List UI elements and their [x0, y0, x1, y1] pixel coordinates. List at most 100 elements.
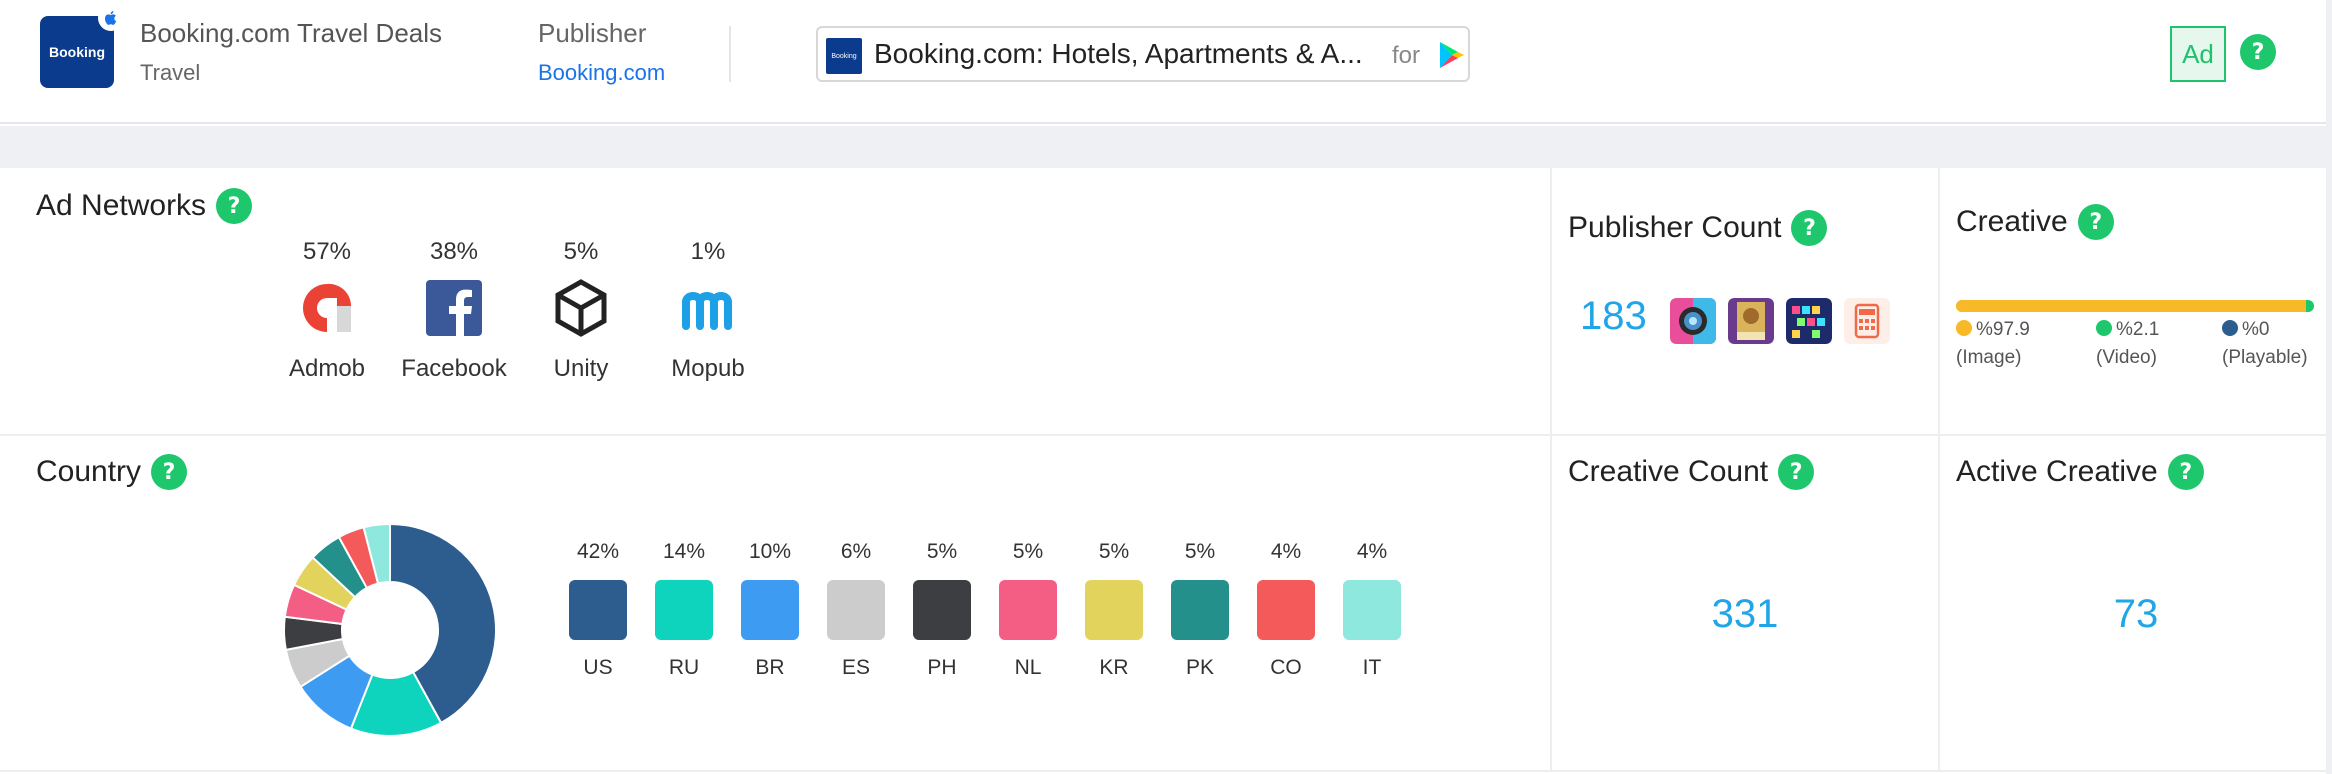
legend-value: %2.1 [2116, 319, 2160, 340]
country-swatch [741, 580, 799, 640]
legend-type: (Playable) [2222, 347, 2308, 368]
network-name: Admob [288, 355, 366, 382]
country-swatch [1257, 580, 1315, 640]
active-creative-title-text: Active Creative [1956, 455, 2158, 488]
help-icon[interactable]: ? [2167, 454, 2204, 490]
admob-icon [303, 283, 352, 332]
ad-badge: Ad [2170, 26, 2226, 82]
creative-title-text: Creative [1956, 205, 2068, 238]
app-icon-label: Booking [49, 44, 105, 60]
help-icon[interactable]: ? [216, 188, 253, 224]
creative-count-title: Creative Count ? [1568, 454, 1815, 490]
country-swatch [1171, 580, 1229, 640]
active-creative-title: Active Creative ? [1956, 454, 2204, 490]
country-percent: 42% [576, 540, 620, 563]
country-code: RU [668, 656, 700, 679]
facebook-icon [426, 280, 482, 336]
country-item-es: 6% ES [816, 540, 896, 680]
country-percent: 5% [1098, 540, 1130, 563]
app-ad-intelligence-page: Booking Booking.com Travel Deals Travel … [0, 0, 2332, 774]
country-percent: 14% [662, 540, 706, 563]
country-swatch [1085, 580, 1143, 640]
creative-count-panel: Creative Count ? 331 [1552, 436, 1940, 772]
network-name: Unity [553, 355, 609, 382]
country-swatch [655, 580, 713, 640]
country-item-co: 4% CO [1246, 540, 1326, 680]
apple-icon [98, 5, 124, 31]
country-code: KR [1099, 656, 1129, 679]
network-percent: 38% [429, 238, 479, 265]
active-creative-panel: Active Creative ? 73 [1940, 436, 2332, 772]
country-code: US [583, 656, 613, 679]
help-icon[interactable]: ? [151, 454, 188, 490]
help-icon[interactable]: ? [2240, 34, 2276, 70]
country-swatch [913, 580, 971, 640]
country-title: Country ? [36, 454, 188, 490]
legend-type: (Video) [2096, 347, 2157, 368]
creative-count-value[interactable]: 331 [1552, 592, 1938, 637]
tarot-app-icon[interactable] [1728, 298, 1774, 344]
network-percent: 5% [563, 238, 599, 265]
app-category: Travel [140, 60, 201, 85]
store-for-label: for [1392, 42, 1421, 69]
creative-panel: Creative ? %97.9 (Image) %2.1 (Video) %0… [1940, 168, 2332, 436]
help-icon[interactable]: ? [2077, 204, 2114, 240]
country-code: BR [755, 656, 785, 679]
country-item-ru: 14% RU [644, 540, 724, 680]
country-percent: 6% [840, 540, 872, 563]
puzzle-app-icon[interactable] [1786, 298, 1832, 344]
legend-value: %97.9 [1976, 319, 2030, 340]
network-admob: 57% Admob [257, 238, 397, 383]
country-donut-chart [283, 522, 497, 737]
calculator-app-icon[interactable] [1844, 298, 1890, 344]
camera-app-icon[interactable] [1670, 298, 1716, 344]
ad-networks-title-text: Ad Networks [36, 189, 207, 222]
store-app-title: Booking.com: Hotels, Apartments & A... [874, 38, 1363, 69]
google-play-icon [1440, 42, 1464, 68]
creative-bar-segment [1956, 300, 2307, 312]
country-percent: 5% [1184, 540, 1216, 563]
legend-value: %0 [2242, 319, 2270, 340]
network-percent: 1% [690, 238, 726, 265]
store-icon-label: Booking [831, 52, 857, 60]
legend-video: %2.1 (Video) [2096, 316, 2159, 372]
legend-dot [1956, 320, 1972, 336]
mopub-icon [682, 292, 732, 330]
publisher-count-title: Publisher Count ? [1568, 210, 1828, 246]
country-swatch [827, 580, 885, 640]
country-swatch [569, 580, 627, 640]
network-facebook: 38% Facebook [384, 238, 524, 383]
app-title: Booking.com Travel Deals [140, 18, 443, 48]
creative-type-bar [1956, 300, 2314, 312]
country-item-pk: 5% PK [1160, 540, 1240, 680]
scrollbar-track[interactable] [2326, 0, 2332, 774]
publisher-count-title-text: Publisher Count [1568, 211, 1782, 244]
legend-type: (Image) [1956, 347, 2022, 368]
store-listing-link[interactable]: Booking Booking.com: Hotels, Apartments … [816, 26, 1470, 82]
network-mopub: 1% Mopub [638, 238, 778, 383]
country-percent: 10% [748, 540, 792, 563]
active-creative-value[interactable]: 73 [1940, 592, 2332, 637]
country-percent: 4% [1356, 540, 1388, 563]
legend-dot [2222, 320, 2238, 336]
creative-title: Creative ? [1956, 204, 2114, 240]
creative-bar-segment [2306, 300, 2314, 312]
country-code: ES [841, 656, 870, 679]
ad-networks-title: Ad Networks ? [36, 188, 253, 224]
legend-playable: %0 (Playable) [2222, 316, 2308, 372]
country-swatch [999, 580, 1057, 640]
store-app-icon: Booking [826, 38, 862, 74]
publisher-count-value[interactable]: 183 [1580, 294, 1647, 339]
country-title-text: Country [36, 455, 142, 488]
network-name: Mopub [671, 355, 745, 382]
help-icon[interactable]: ? [1778, 454, 1815, 490]
country-swatch [1343, 580, 1401, 640]
creative-count-title-text: Creative Count [1568, 455, 1769, 488]
publisher-link[interactable]: Booking.com [538, 60, 665, 86]
help-icon[interactable]: ? [1791, 210, 1828, 246]
network-unity: 5% Unity [511, 238, 651, 383]
country-item-us: 42% US [558, 540, 638, 680]
ad-networks-panel: Ad Networks ? 57% Admob 38% Facebook 5% [0, 168, 1552, 436]
country-code: PK [1185, 656, 1214, 679]
country-percent: 5% [926, 540, 958, 563]
